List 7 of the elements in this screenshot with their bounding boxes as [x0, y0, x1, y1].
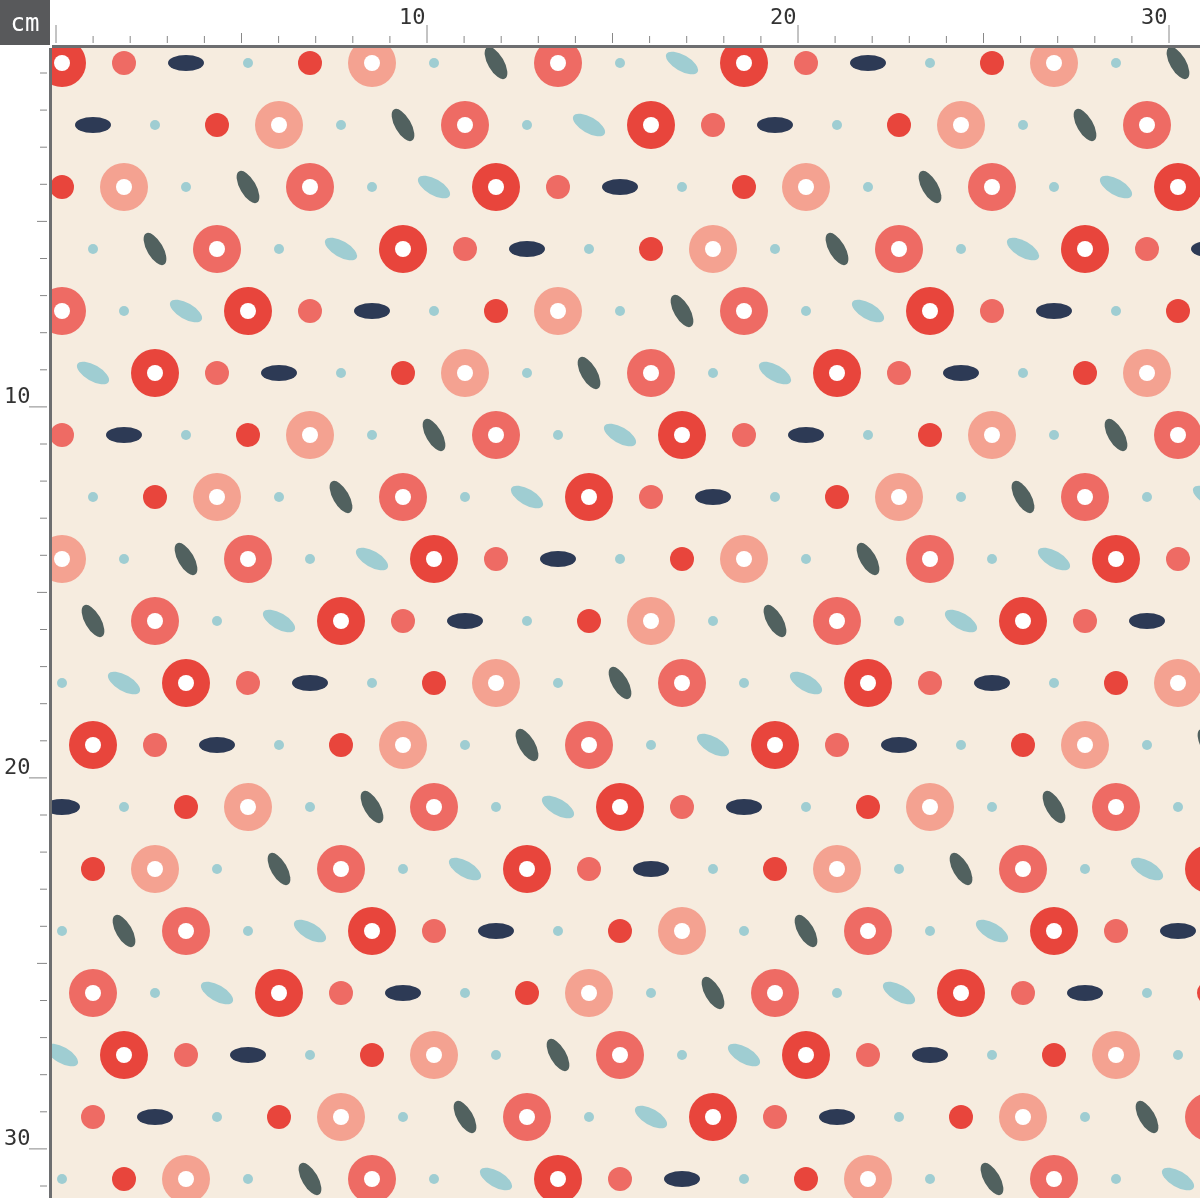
ruler-label: 20: [770, 6, 797, 28]
ruler-label: 10: [399, 6, 426, 28]
ruler-label: 10: [4, 385, 31, 407]
ruler-label: 30: [4, 1127, 31, 1149]
ruler-label: 30: [1141, 6, 1168, 28]
ruler-label: 20: [4, 756, 31, 778]
unit-label: cm: [0, 0, 50, 45]
